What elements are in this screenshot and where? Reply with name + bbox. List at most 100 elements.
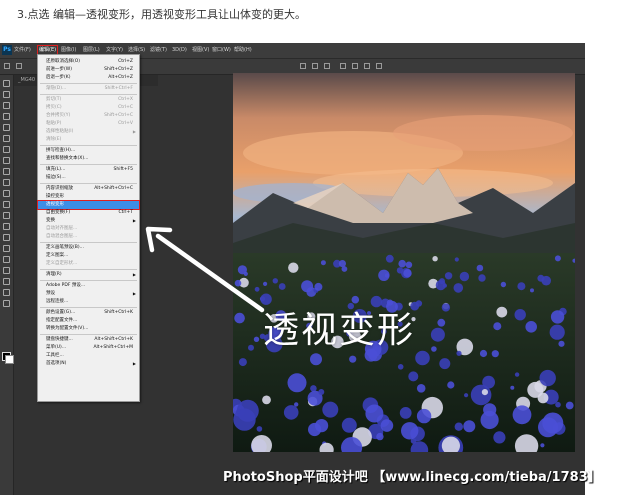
dodge-tool-icon[interactable] [3,223,10,230]
edit-menu-item[interactable]: 菜单(U)... Alt+Shift+Ctrl+M [38,344,139,352]
menu-item[interactable]: 视图(V) [192,46,209,55]
path-selection-tool-icon[interactable] [3,256,10,263]
edit-menu-item[interactable]: 自动对齐图层... [38,225,139,233]
edit-menu-item[interactable]: 内容识别缩放 Alt+Shift+Ctrl+C [38,185,139,193]
edit-menu-item[interactable]: 转换为配置文件(V)... [38,325,139,333]
crop-tool-icon[interactable] [3,124,10,131]
edit-menu-item[interactable]: 操控变形 [38,193,139,201]
menu-item-shortcut: Shift+Ctrl+Z [104,67,133,72]
edit-menu-item[interactable]: 变换 ▶ [38,217,139,225]
brush-tool-icon[interactable] [3,157,10,164]
move-tool-icon[interactable] [3,80,10,87]
menu-item-perspective-warp[interactable]: 透视变形 [37,200,140,210]
menu-item[interactable]: 窗口(W) [212,46,231,55]
edit-menu-item[interactable]: 远程连接... [38,298,139,306]
edit-menu-item[interactable]: 拷贝(C) Ctrl+C [38,104,139,112]
rectangle-tool-icon[interactable] [3,267,10,274]
edit-menu-item[interactable]: 粘贴(P) Ctrl+V [38,120,139,128]
menu-item[interactable]: 3D(D) [172,46,187,55]
background-color-swatch[interactable] [5,355,14,364]
distribute-left-icon[interactable] [376,63,382,69]
edit-menu-item[interactable]: 键盘快捷键... Alt+Shift+Ctrl+K [38,336,139,344]
edit-menu-item[interactable]: 定义画笔预设(B)... [38,244,139,252]
document-canvas[interactable] [233,73,575,452]
eraser-tool-icon[interactable] [3,190,10,197]
edit-menu-item[interactable]: 自由变换(F) Ctrl+T [38,209,139,217]
menu-item-label: 转换为配置文件(V)... [46,326,89,331]
history-brush-tool-icon[interactable] [3,179,10,186]
align-middle-icon[interactable] [312,63,318,69]
edit-menu-item[interactable]: 拼写检查(H)... [38,147,139,155]
flower [403,269,412,278]
gradient-tool-icon[interactable] [3,201,10,208]
blur-tool-icon[interactable] [3,212,10,219]
flower [272,278,278,284]
lasso-tool-icon[interactable] [3,102,10,109]
edit-menu-item[interactable]: 渐隐(D)... Shift+Ctrl+F [38,85,139,93]
edit-menu-item[interactable]: 清除(E) [38,136,139,144]
edit-menu-item[interactable]: 预设 ▶ [38,290,139,298]
flower [464,393,469,398]
edit-menu-item[interactable]: 首选项(N) ▶ [38,360,139,368]
distribute-middle-icon[interactable] [352,63,358,69]
menu-item[interactable]: 帮助(H) [234,46,252,55]
edit-menu-item[interactable]: 描边(S)... [38,174,139,182]
distribute-top-icon[interactable] [340,63,346,69]
flower [439,358,451,370]
flower [496,306,508,318]
edit-menu-item[interactable]: 清理(R) ▶ [38,271,139,279]
flower [476,264,484,272]
flower [254,286,260,292]
edit-menu-item[interactable]: 查找和替换文本(X)... [38,155,139,163]
flower [554,255,561,262]
edit-menu-item[interactable]: 工具栏... [38,352,139,360]
menu-item[interactable]: 滤镜(T) [150,46,167,55]
align-top-icon[interactable] [300,63,306,69]
flower [315,419,329,433]
edit-menu-dropdown: 还原取消选择(O) Ctrl+Z 前进一步(W) Shift+Ctrl+Z 后退一步(K… [37,54,140,402]
edit-menu-item[interactable]: 颜色设置(G)... Shift+Ctrl+K [38,309,139,317]
eyedropper-tool-icon[interactable] [3,135,10,142]
edit-menu-item[interactable]: Adobe PDF 预设... [38,282,139,290]
flower [437,318,446,327]
flower [341,417,357,433]
flower [459,271,470,282]
align-bottom-icon[interactable] [324,63,330,69]
edit-menu-item[interactable]: 自动混合图层... [38,233,139,241]
edit-menu-item[interactable]: 指定配置文件... [38,317,139,325]
edit-menu-item[interactable]: 选择性粘贴(I) ▶ [38,128,139,136]
menu-item-label: 清理(R) [46,272,62,277]
quick-select-tool-icon[interactable] [3,113,10,120]
flower [236,409,241,414]
healing-brush-tool-icon[interactable] [3,146,10,153]
edit-toolbar-icon[interactable] [3,300,10,307]
edit-menu-item[interactable]: 后退一步(K) Alt+Ctrl+Z [38,74,139,82]
flower [480,410,499,430]
menu-item-label: 自动混合图层... [46,234,78,239]
flower [238,358,247,367]
pen-tool-icon[interactable] [3,234,10,241]
edit-menu-item[interactable]: 还原取消选择(O) Ctrl+Z [38,58,139,66]
edit-menu-item[interactable]: 定义自定形状... [38,260,139,268]
edit-menu-item[interactable]: 剪切(T) Ctrl+X [38,96,139,104]
type-tool-icon[interactable] [3,245,10,252]
auto-select-checkbox[interactable] [16,63,22,69]
menu-item-label: 工具栏... [46,353,64,358]
clone-stamp-tool-icon[interactable] [3,168,10,175]
menu-item[interactable]: 文件(F) [14,46,31,55]
edit-menu-item[interactable]: 前进一步(W) Shift+Ctrl+Z [38,66,139,74]
edit-menu-item[interactable]: 定义图案... [38,252,139,260]
menu-item-shortcut: Alt+Shift+Ctrl+M [93,345,133,350]
flower [517,282,526,291]
zoom-tool-icon[interactable] [3,289,10,296]
flower [415,350,430,366]
move-tool-icon[interactable] [4,63,10,69]
edit-menu-item[interactable]: 合并拷贝(Y) Shift+Ctrl+C [38,112,139,120]
menu-item-label: 渐隐(D)... [46,86,67,91]
marquee-tool-icon[interactable] [3,91,10,98]
menu-separator [40,242,137,243]
flower [549,324,565,340]
edit-menu-item[interactable]: 填充(L)... Shift+F5 [38,166,139,174]
distribute-bottom-icon[interactable] [364,63,370,69]
hand-tool-icon[interactable] [3,278,10,285]
